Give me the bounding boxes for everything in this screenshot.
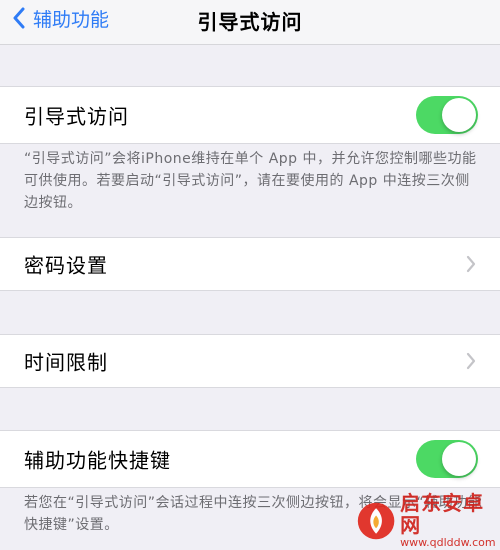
chevron-right-icon <box>466 255 476 273</box>
chevron-right-icon <box>466 352 476 370</box>
accessibility-shortcut-label: 辅助功能快捷键 <box>24 448 171 473</box>
watermark-name: 启东安卓网 <box>400 491 485 537</box>
site-watermark: 启东安卓网 www.qdlddw.com <box>356 492 496 549</box>
passcode-settings-row[interactable]: 密码设置 <box>0 237 500 291</box>
passcode-settings-label: 密码设置 <box>24 253 108 278</box>
time-limits-row[interactable]: 时间限制 <box>0 334 500 388</box>
accessibility-shortcut-row: 辅助功能快捷键 <box>0 430 500 488</box>
navigation-bar: 辅助功能 引导式访问 <box>0 0 500 45</box>
guided-access-note: “引导式访问”会将iPhone维持在单个 App 中，并允许您控制哪些功能可供使… <box>24 151 477 211</box>
watermark-url: www.qdlddw.com <box>400 536 496 549</box>
guided-access-row: 引导式访问 <box>0 86 500 144</box>
page-title: 引导式访问 <box>197 10 303 34</box>
time-limits-label: 时间限制 <box>24 350 108 375</box>
accessibility-shortcut-toggle[interactable] <box>416 440 478 478</box>
guided-access-toggle[interactable] <box>416 96 478 134</box>
toggle-knob <box>442 442 476 476</box>
guided-access-label: 引导式访问 <box>24 104 129 129</box>
watermark-logo-icon <box>357 502 395 540</box>
toggle-knob <box>442 98 476 132</box>
